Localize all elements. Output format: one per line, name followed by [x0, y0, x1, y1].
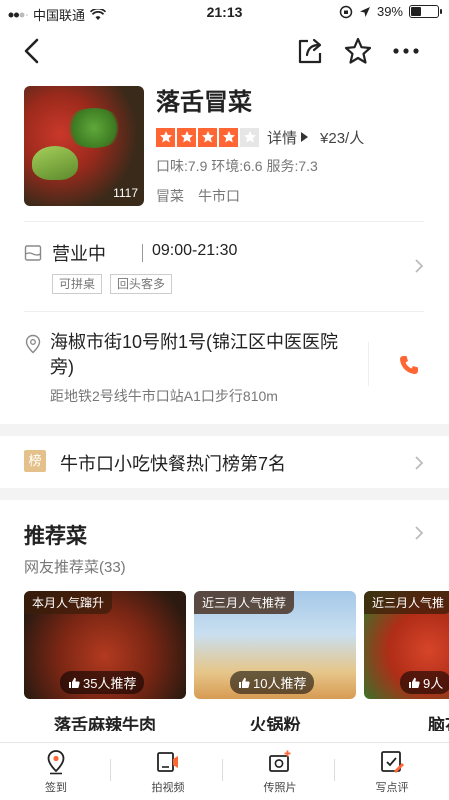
address-separator [368, 342, 369, 386]
tab-label: 拍视频 [151, 782, 185, 794]
photo-greens [64, 108, 124, 148]
score-breakdown: 口味:7.9 环境:6.6 服务:7.3 [156, 158, 318, 174]
recommend-count: 10人推荐 [230, 671, 315, 694]
detail-label: 详情 [267, 129, 298, 147]
chevron-right-icon[interactable] [412, 526, 426, 540]
area-tag[interactable]: 牛市口 [198, 186, 240, 206]
ranking-text: 牛市口小吃快餐热门榜第7名 [60, 454, 287, 474]
section-gap [0, 424, 449, 436]
star-icon [198, 127, 217, 147]
storefront-icon [24, 245, 42, 261]
recommend-count-label: 35人推荐 [83, 676, 137, 691]
dish-badge: 近三月人气推 [364, 591, 449, 614]
feature-badge: 回头客多 [110, 274, 173, 294]
divider [24, 311, 424, 312]
address-text: 海椒市街10号附1号(锦江区中医医院旁) [50, 332, 339, 377]
nav-bar [0, 26, 449, 78]
thumbs-up-icon [69, 677, 80, 688]
thumbs-up-icon [239, 677, 250, 688]
feature-badge: 可拼桌 [52, 274, 103, 294]
recommend-count: 35人推荐 [60, 671, 145, 694]
dish-card[interactable]: 近三月人气推荐 10人推荐 火锅粉 [194, 591, 356, 731]
rating-row: 详情 ¥23/人 [156, 126, 426, 148]
address-row[interactable]: 海椒市街10号附1号(锦江区中医医院旁) 距地铁2号线牛市口站A1口步行810m [24, 330, 434, 410]
dish-card[interactable]: 近三月人气推 9人 脑花 [364, 591, 449, 731]
status-bar: 中国联通 21:13 39% [0, 0, 449, 26]
dish-name: 脑花 [428, 716, 449, 731]
shop-tags: 冒菜 牛市口 [156, 186, 426, 206]
divider [24, 221, 424, 222]
location-arrow-icon [359, 6, 370, 17]
star-icon [177, 127, 196, 147]
share-icon[interactable] [296, 36, 324, 66]
hours-separator [142, 244, 143, 262]
shop-name: 落舌冒菜 [156, 89, 252, 116]
dish-name: 落舌麻辣牛肉 [54, 716, 156, 731]
thumbs-up-icon [409, 677, 420, 688]
battery-icon [409, 5, 442, 18]
recommend-count: 9人 [400, 671, 449, 694]
section-title: 推荐菜 [24, 525, 87, 548]
star-empty-icon [240, 127, 259, 147]
recommend-count-label: 10人推荐 [253, 676, 307, 691]
shoot-video-button[interactable]: 拍视频 [118, 747, 223, 799]
tab-label: 写点评 [375, 782, 409, 794]
battery-percent: 39% [376, 4, 403, 19]
location-checkin-icon [47, 750, 65, 775]
back-arrow-icon[interactable] [18, 36, 48, 66]
subway-distance: 距地铁2号线牛市口站A1口步行810m [50, 388, 278, 404]
dish-photo: 近三月人气推荐 10人推荐 [194, 591, 356, 699]
business-hours-row[interactable]: 营业中 09:00-21:30 可拼桌 回头客多 [24, 238, 434, 302]
bottom-action-bar: 签到 拍视频 传照片 写点评 [0, 742, 449, 800]
detail-link[interactable]: 详情 [267, 127, 309, 148]
favorite-star-icon[interactable] [343, 36, 373, 66]
recommend-count-label: 9人 [423, 676, 444, 691]
photo-count: 1117 [113, 186, 138, 200]
more-options-icon[interactable] [390, 36, 422, 66]
category-tag[interactable]: 冒菜 [156, 186, 184, 206]
dish-carousel[interactable]: 本月人气蹿升 35人推荐 落舌麻辣牛肉 近三月人气推荐 10人推荐 火锅粉 近三… [24, 591, 449, 731]
ranking-badge-icon: 榜 [24, 450, 46, 472]
dish-badge: 近三月人气推荐 [194, 591, 295, 614]
edit-review-icon [381, 751, 404, 773]
star-icon [156, 127, 175, 147]
checkin-button[interactable]: 签到 [6, 747, 111, 799]
orientation-lock-icon [339, 5, 353, 18]
ranking-row[interactable]: 榜 牛市口小吃快餐热门榜第7名 [0, 436, 449, 488]
rating-stars [156, 127, 259, 147]
open-status: 营业中 [52, 244, 106, 264]
dish-photo: 本月人气蹿升 35人推荐 [24, 591, 186, 699]
section-gap [0, 488, 449, 500]
tab-separator [110, 759, 111, 781]
chevron-right-icon [415, 259, 424, 273]
section-subtitle: 网友推荐菜(33) [24, 559, 126, 576]
shop-info: 落舌冒菜 详情 ¥23/人 口味:7.9 环境:6.6 服务:7.3 冒菜 牛市… [156, 86, 426, 206]
location-pin-icon [25, 334, 41, 354]
triangle-right-icon [301, 132, 309, 142]
status-right: 39% [339, 4, 442, 19]
shop-header: 1117 落舌冒菜 详情 ¥23/人 口味:7.9 环境:6.6 服务:7.3 … [24, 86, 434, 212]
dish-name: 火锅粉 [249, 716, 301, 731]
dish-card[interactable]: 本月人气蹿升 35人推荐 落舌麻辣牛肉 [24, 591, 186, 731]
avg-price: ¥23/人 [320, 129, 365, 147]
dish-badge: 本月人气蹿升 [24, 591, 113, 614]
tab-separator [334, 759, 335, 781]
feature-badges: 可拼桌 回头客多 [52, 274, 173, 294]
shop-photo[interactable]: 1117 [24, 86, 144, 206]
write-review-button[interactable]: 写点评 [342, 747, 442, 799]
tab-label: 签到 [45, 782, 67, 794]
video-camera-icon [157, 752, 178, 772]
camera-plus-icon [269, 750, 291, 772]
photo-lime [32, 146, 78, 180]
upload-photo-button[interactable]: 传照片 [230, 747, 335, 799]
chevron-right-icon [415, 456, 424, 470]
recommended-dishes-section: 推荐菜 网友推荐菜(33) 本月人气蹿升 35人推荐 落舌麻辣牛肉 近三月人气推… [0, 500, 449, 738]
open-hours: 09:00-21:30 [152, 242, 238, 259]
phone-icon[interactable] [398, 354, 420, 376]
dish-photo: 近三月人气推 9人 [364, 591, 449, 699]
tab-label: 传照片 [263, 782, 297, 794]
star-icon [219, 127, 238, 147]
tab-separator [222, 759, 223, 781]
